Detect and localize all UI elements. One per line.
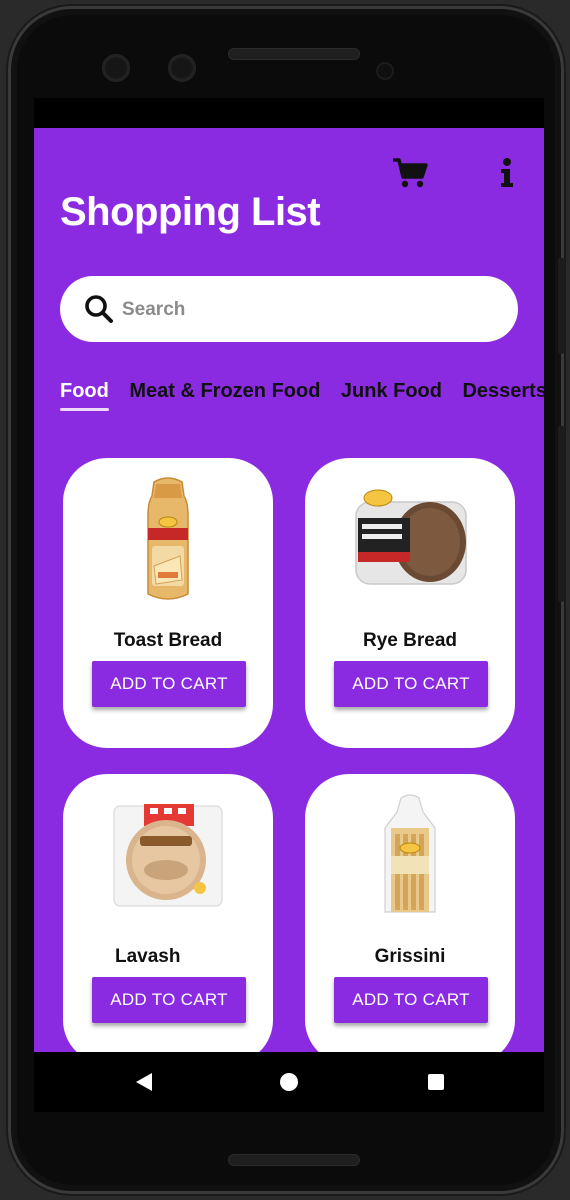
system-navigation-bar xyxy=(34,1052,544,1112)
search-bar[interactable] xyxy=(60,276,518,342)
grissini-image xyxy=(384,794,436,913)
add-to-cart-button[interactable]: ADD TO CART xyxy=(92,977,246,1023)
back-icon[interactable] xyxy=(132,1070,156,1094)
page-title: Shopping List xyxy=(60,190,321,234)
add-to-cart-button[interactable]: ADD TO CART xyxy=(334,661,488,707)
add-to-cart-button[interactable]: ADD TO CART xyxy=(92,661,246,707)
recents-icon[interactable] xyxy=(424,1070,448,1094)
proximity-sensor xyxy=(376,62,394,80)
bottom-speaker xyxy=(228,1154,360,1166)
product-card-rye-bread[interactable]: Rye Bread ADD TO CART xyxy=(305,458,515,748)
volume-button xyxy=(558,258,564,354)
search-input[interactable] xyxy=(120,292,494,328)
product-name: Toast Bread xyxy=(113,630,223,651)
earpiece-speaker xyxy=(228,48,360,60)
home-icon[interactable] xyxy=(277,1070,301,1094)
tab-meat-frozen-food[interactable]: Meat & Frozen Food xyxy=(129,380,320,413)
cart-icon[interactable] xyxy=(392,158,428,188)
front-camera-2 xyxy=(168,54,196,82)
product-card-lavash[interactable]: Lavash ADD TO CART xyxy=(63,774,273,1052)
app-content: Shopping List Food Meat & Frozen Food Ju… xyxy=(34,128,544,1052)
lavash-image xyxy=(113,804,223,907)
front-camera xyxy=(102,54,130,82)
screen: Shopping List Food Meat & Frozen Food Ju… xyxy=(34,98,544,1112)
search-icon xyxy=(85,295,113,323)
product-card-toast-bread[interactable]: Toast Bread ADD TO CART xyxy=(63,458,273,748)
product-card-grissini[interactable]: Grissini ADD TO CART xyxy=(305,774,515,1052)
product-name: Grissini xyxy=(374,946,446,967)
add-to-cart-button[interactable]: ADD TO CART xyxy=(334,977,488,1023)
tab-desserts[interactable]: Desserts xyxy=(462,380,544,413)
category-tabs: Food Meat & Frozen Food Junk Food Desser… xyxy=(60,380,544,420)
toast-bread-image xyxy=(147,477,189,600)
rye-bread-image xyxy=(355,489,467,585)
product-name: Rye Bread xyxy=(363,630,457,651)
info-icon[interactable] xyxy=(500,158,514,188)
power-button xyxy=(558,426,564,602)
tab-junk-food[interactable]: Junk Food xyxy=(341,380,442,413)
product-name: Lavash xyxy=(115,946,181,967)
tab-food[interactable]: Food xyxy=(60,380,109,413)
